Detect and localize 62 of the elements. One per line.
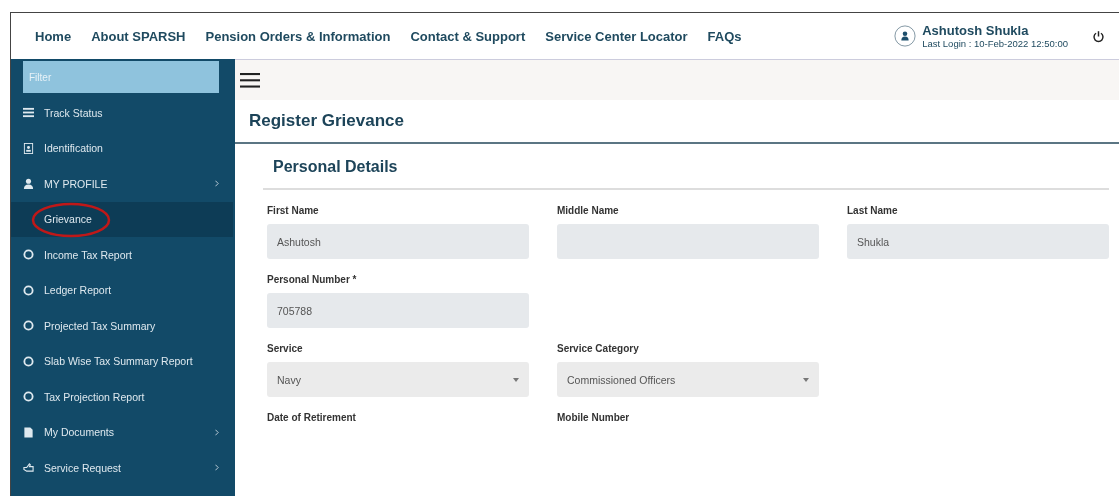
list-icon (23, 107, 34, 119)
circle-icon (23, 355, 34, 367)
nav-link[interactable]: FAQs (707, 28, 742, 44)
text-field[interactable]: Ashutosh (267, 224, 529, 259)
document-icon (23, 426, 34, 438)
sidebar-item-label: Ledger Report (44, 284, 113, 297)
dropdown[interactable]: Navy (267, 362, 529, 397)
sidebar-item[interactable]: My Documents (11, 414, 233, 450)
text-field[interactable] (557, 224, 819, 259)
sidebar-item-label: Service Request (44, 461, 123, 474)
circle-icon (23, 249, 34, 261)
page-title: Register Grievance (235, 100, 1119, 144)
nav-link[interactable]: About SPARSH (91, 28, 186, 44)
sidebar-item-label: Income Tax Report (44, 248, 133, 261)
sidebar-item[interactable]: MY PROFILE (11, 166, 233, 202)
person-icon (23, 178, 34, 190)
sidebar-item[interactable]: Service Request (11, 450, 233, 486)
nav-link[interactable]: Service Center Locator (545, 28, 688, 44)
nav-link[interactable]: Pension Orders & Information (205, 28, 391, 44)
sidebar-item[interactable]: Slab Wise Tax Summary Report (11, 343, 233, 379)
sidebar-item-label: Tax Projection Report (44, 390, 146, 403)
sidebar-item[interactable]: Identification (11, 130, 233, 166)
caret-icon (803, 377, 809, 382)
sidebar-item-label: Grievance (44, 213, 93, 226)
section-title: Personal Details (263, 144, 1109, 190)
field-label: Personal Number * (267, 274, 358, 285)
field-label: Middle Name (557, 205, 620, 216)
sidebar-item[interactable]: Tax Projection Report (11, 379, 233, 415)
sidebar-item-label: Identification (44, 142, 104, 155)
sidebar-item[interactable]: Income Tax Report (11, 237, 233, 273)
sidebar-item[interactable]: Track Status (11, 95, 233, 131)
sidebar-item-label: My Documents (44, 426, 116, 439)
user-name: Ashutosh Shukla (922, 23, 1030, 38)
last-login-text: Last Login : 10-Feb-2022 12:50:00 (922, 38, 1068, 49)
sidebar-item[interactable]: Projected Tax Summary (11, 308, 233, 344)
field-label: Service (267, 343, 304, 354)
user-avatar-icon[interactable] (894, 25, 917, 47)
field-label: Date of Retirement (267, 412, 357, 423)
text-field[interactable]: 705788 (267, 293, 529, 328)
nav-link[interactable]: Contact & Support (410, 28, 526, 44)
filter-field[interactable]: Filter (23, 61, 219, 93)
circle-icon (23, 320, 34, 332)
power-icon[interactable] (1092, 29, 1105, 43)
sidebar-item-label: MY PROFILE (44, 177, 109, 190)
menu-icon[interactable] (240, 72, 260, 88)
nav-link[interactable]: Home (35, 28, 72, 44)
sidebar-item[interactable]: Ledger Report (11, 272, 233, 308)
id-card-icon (23, 142, 34, 154)
dropdown[interactable]: Commissioned Officers (557, 362, 819, 397)
sidebar-item[interactable]: Grievance (11, 201, 233, 237)
circle-icon (23, 391, 34, 403)
hand-icon (23, 462, 34, 474)
sidebar-item-label: Projected Tax Summary (44, 319, 157, 332)
text-field[interactable]: Shukla (847, 224, 1109, 259)
field-label: First Name (267, 205, 320, 216)
field-label: Last Name (847, 205, 899, 216)
caret-icon (513, 377, 519, 382)
circle-icon (23, 284, 34, 296)
sidebar-item-label: Track Status (44, 106, 104, 119)
field-label: Mobile Number (557, 412, 631, 423)
sidebar-item-label: Slab Wise Tax Summary Report (44, 355, 194, 368)
field-label: Service Category (557, 343, 640, 354)
